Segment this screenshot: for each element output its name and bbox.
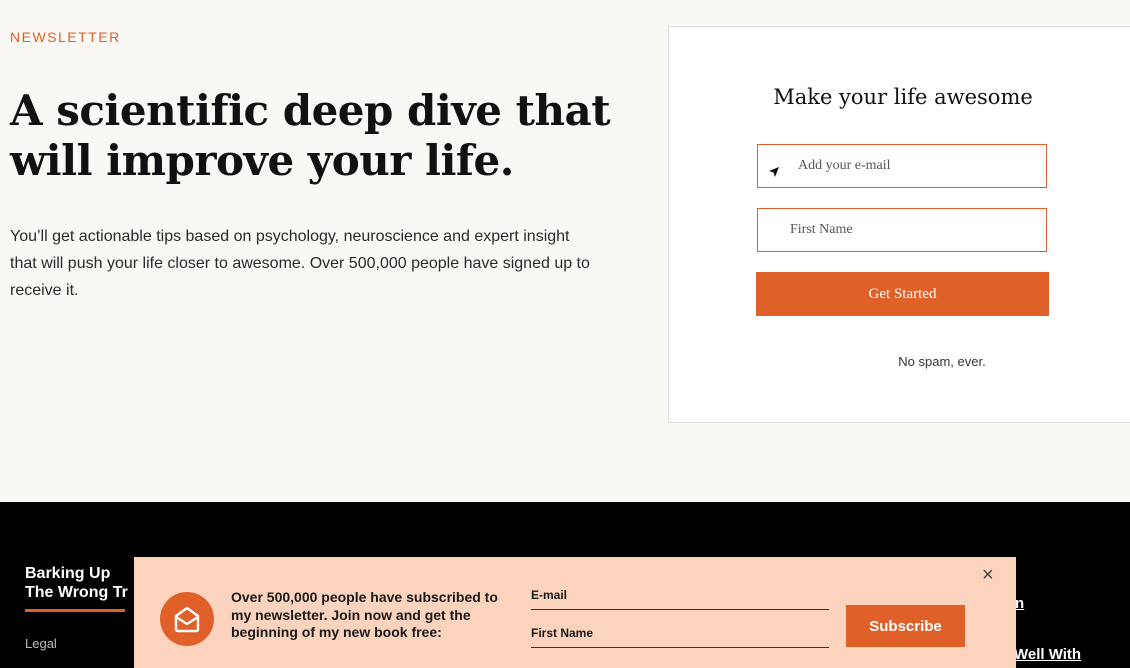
- footer-legal-link[interactable]: Legal: [25, 636, 57, 651]
- email-placeholder: Add your e-mail: [798, 158, 891, 173]
- newsletter-popup: Over 500,000 people have subscribed to m…: [134, 557, 1016, 668]
- brand-underline: [25, 609, 125, 612]
- section-description: You’ll get actionable tips based on psyc…: [10, 228, 590, 299]
- mail-icon: [160, 592, 214, 646]
- no-spam-note: No spam, ever.: [898, 354, 986, 369]
- popup-email-field[interactable]: E-mail: [531, 588, 829, 610]
- brand-line-1: Barking Up: [25, 565, 111, 582]
- footer-brand[interactable]: Barking Up The Wrong Tr: [25, 564, 128, 602]
- first-name-field[interactable]: First Name: [757, 208, 1047, 252]
- popup-message: Over 500,000 people have subscribed to m…: [231, 589, 498, 640]
- popup-first-name-field[interactable]: First Name: [531, 626, 829, 648]
- signup-card: Make your life awesome Add your e-mail F…: [668, 26, 1130, 423]
- section-eyebrow: NEWSLETTER: [10, 29, 121, 45]
- footer-link-partial-2[interactable]: Well With: [1014, 646, 1130, 663]
- close-icon[interactable]: ×: [982, 565, 994, 585]
- signup-card-title: Make your life awesome: [773, 85, 1033, 109]
- get-started-button[interactable]: Get Started: [756, 272, 1049, 316]
- subscribe-button[interactable]: Subscribe: [846, 605, 965, 647]
- footer-link-partial[interactable]: n: [1015, 595, 1035, 612]
- newsletter-section: NEWSLETTER A scientific deep dive that w…: [0, 0, 1130, 502]
- brand-line-2: The Wrong Tr: [25, 584, 128, 602]
- page-title: A scientific deep dive that will improve…: [10, 86, 611, 185]
- first-name-placeholder: First Name: [790, 222, 853, 237]
- email-field[interactable]: Add your e-mail: [757, 144, 1047, 188]
